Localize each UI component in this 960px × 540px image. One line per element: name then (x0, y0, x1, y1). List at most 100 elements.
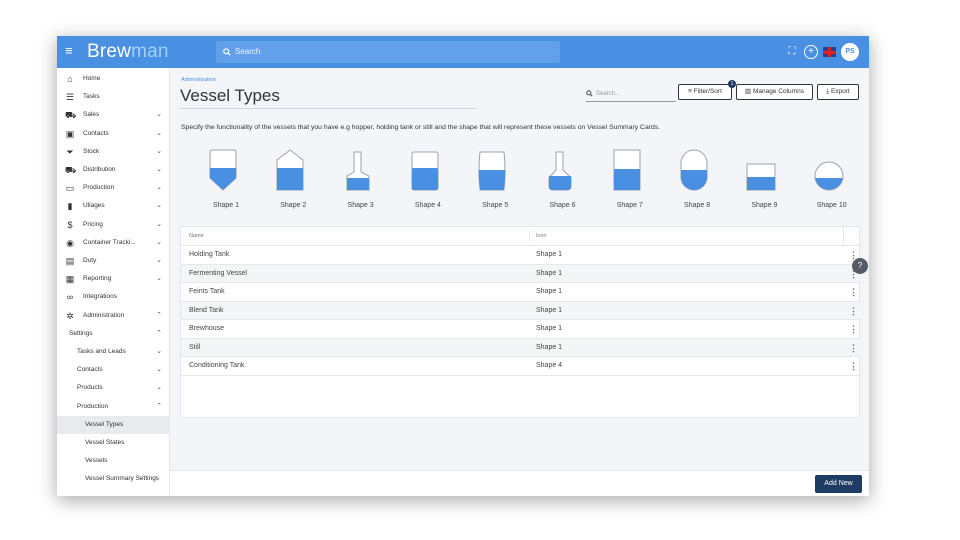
row-menu-icon[interactable]: ⋮ (849, 339, 858, 357)
filter-icon: ⏷ (66, 146, 74, 157)
column-divider (843, 227, 844, 245)
sidebar-item[interactable]: ▭ Production ⌄ (57, 179, 170, 197)
row-menu-icon[interactable]: ⋮ (849, 357, 858, 375)
shape-card[interactable]: Shape 2 (263, 148, 323, 214)
shape-card[interactable]: Shape 8 (667, 148, 727, 214)
menu-icon[interactable]: ≡ (65, 44, 77, 58)
shape-card[interactable]: Shape 9 (734, 148, 794, 214)
row-menu-icon[interactable]: ⋮ (849, 283, 858, 301)
shape-label: Shape 3 (347, 202, 374, 209)
sidebar-subitem[interactable]: Tasks and Leads ⌄ (57, 343, 170, 361)
sidebar-item-label: Container Tracki... (83, 238, 136, 246)
sidebar-subitem[interactable]: Vessel States (57, 434, 170, 452)
page-title: Vessel Types (180, 86, 280, 105)
sidebar-subitem[interactable]: Products ⌄ (57, 379, 170, 397)
uk-flag-icon[interactable] (823, 47, 836, 57)
shape-label: Shape 6 (549, 202, 576, 209)
shape-card[interactable]: Shape 1 (196, 148, 256, 214)
table-row[interactable]: Fermenting Vessel Shape 1 ⋮ (181, 264, 861, 283)
sidebar-subitem[interactable]: Production ⌃ (57, 398, 170, 416)
chevron-down-icon: ⌄ (156, 147, 162, 155)
sidebar-item[interactable]: ✲ Administration ⌃ (57, 307, 170, 325)
breadcrumb[interactable]: Administration (181, 77, 216, 83)
sidebar-item[interactable]: ▮ Ullages ⌄ (57, 197, 170, 215)
sidebar-item-label: Integrations (83, 293, 117, 301)
sidebar-subitem-label: Vessel Summary Settings (85, 475, 160, 483)
chevron-down-icon: ⌄ (156, 238, 162, 246)
sidebar-subitem[interactable]: Contacts ⌄ (57, 361, 170, 379)
shape-card[interactable]: Shape 3 (331, 148, 391, 214)
chevron-up-icon: ⌃ (156, 311, 162, 319)
sidebar-item-label: Duty (83, 257, 97, 264)
shape-card[interactable]: Shape 10 (802, 148, 862, 214)
contact-card-icon: ▣ (65, 128, 75, 139)
row-name: Still (189, 343, 201, 351)
row-icon: Shape 1 (536, 288, 563, 295)
table-row[interactable]: Still Shape 1 ⋮ (181, 338, 861, 357)
table-row[interactable]: Blend Tank Shape 1 ⋮ (181, 301, 861, 320)
row-menu-icon[interactable]: ⋮ (849, 320, 858, 338)
chevron-down-icon: ⌄ (156, 348, 162, 355)
sidebar-subitem-label: Vessel Types (85, 420, 124, 428)
search-input[interactable]: Search... (586, 88, 676, 102)
sidebar-item[interactable]: ⌂ Home (57, 70, 170, 88)
table-row[interactable]: Brewhouse Shape 1 ⋮ (181, 320, 861, 339)
sidebar-item-label: Sales (83, 111, 100, 119)
sidebar-item[interactable]: ◉ Container Tracki... ⌄ (57, 234, 170, 252)
shape-label: Shape 2 (280, 202, 307, 209)
global-search-input[interactable]: Search (216, 41, 560, 63)
brewman-logo[interactable]: Brewman (87, 41, 169, 63)
shape-card[interactable]: Shape 6 (533, 148, 593, 214)
sidebar-item-label: Reporting (83, 275, 112, 283)
column-divider (529, 231, 530, 241)
add-icon[interactable]: + (804, 45, 818, 59)
chevron-up-icon: ⌃ (156, 329, 162, 337)
filter-sort-button[interactable]: ≡ Filter/Sort (678, 84, 732, 100)
add-new-button[interactable]: Add New (815, 475, 862, 493)
manage-columns-button[interactable]: ▥ Manage Columns (736, 84, 813, 100)
sidebar-item[interactable]: ⛟ Distribution ⌄ (57, 161, 170, 179)
table-row[interactable]: Feints Tank Shape 1 ⋮ (181, 283, 861, 302)
shape-label: Shape 1 (212, 202, 240, 209)
row-name: Conditioning Tank (189, 362, 245, 369)
shape-card[interactable]: Shape 4 (398, 148, 458, 214)
sidebar-item[interactable]: ▤ Duty ⌄ (57, 252, 170, 270)
avatar[interactable]: PS (841, 43, 859, 61)
export-button[interactable]: ⤓ Export (817, 84, 859, 100)
shape-card[interactable]: Shape 7 (600, 148, 660, 214)
column-header-name[interactable]: Name (189, 227, 204, 245)
expand-icon[interactable]: ⛶ (785, 45, 799, 59)
sidebar-item[interactable]: ▦ Reporting ⌄ (57, 270, 170, 288)
sidebar: ⌂ Home ☰ Tasks ⛟ Sales ⌄ ▣ Contacts ⌄ ⏷ Stock ⌄ ⛟ Dist… (57, 68, 170, 496)
shape-label: Shape 10 (816, 202, 847, 209)
sidebar-item-label: Distribution (83, 166, 116, 173)
target-icon: ◉ (66, 237, 74, 248)
sidebar-item[interactable]: ∞ Integrations (57, 288, 170, 306)
chevron-down-icon: ⌄ (156, 184, 162, 192)
sidebar-subitem-label: Production (77, 402, 109, 410)
shape-label: Shape 9 (751, 202, 778, 209)
column-header-icon[interactable]: Icon (536, 227, 546, 245)
help-icon[interactable]: ? (852, 258, 868, 274)
sidebar-item-label: Production (83, 184, 115, 192)
table-row[interactable]: Conditioning Tank Shape 4 ⋮ (181, 357, 861, 376)
sidebar-item[interactable]: ⏷ Stock ⌄ (57, 143, 170, 161)
row-icon: Shape 4 (536, 362, 563, 369)
sidebar-item[interactable]: ▣ Contacts ⌄ (57, 125, 170, 143)
sidebar-item[interactable]: ⛟ Sales ⌄ (57, 106, 170, 124)
row-name: Brewhouse (189, 325, 225, 332)
sidebar-subitem[interactable]: Vessel Types (57, 415, 170, 434)
row-menu-icon[interactable]: ⋮ (849, 302, 858, 320)
sidebar-item[interactable]: $ Pricing ⌄ (57, 216, 170, 234)
sidebar-item[interactable]: ☰ Tasks (57, 88, 170, 106)
bin-icon: ▮ (67, 201, 73, 212)
sidebar-subitem[interactable]: Vessel Summary Settings (57, 470, 170, 488)
row-icon: Shape 1 (536, 251, 563, 258)
sidebar-subitem[interactable]: Vessels (57, 452, 170, 470)
table-row[interactable]: Holding Tank Shape 1 ⋮ (181, 246, 861, 265)
shape-card[interactable]: Shape 5 (465, 148, 525, 214)
sidebar-subitem[interactable]: Settings ⌃ (57, 325, 170, 343)
page-description: Specify the functionality of the vessels… (181, 124, 661, 131)
chevron-down-icon: ⌄ (156, 275, 162, 283)
sidebar-subitem-label: Tasks and Leads (77, 348, 126, 355)
